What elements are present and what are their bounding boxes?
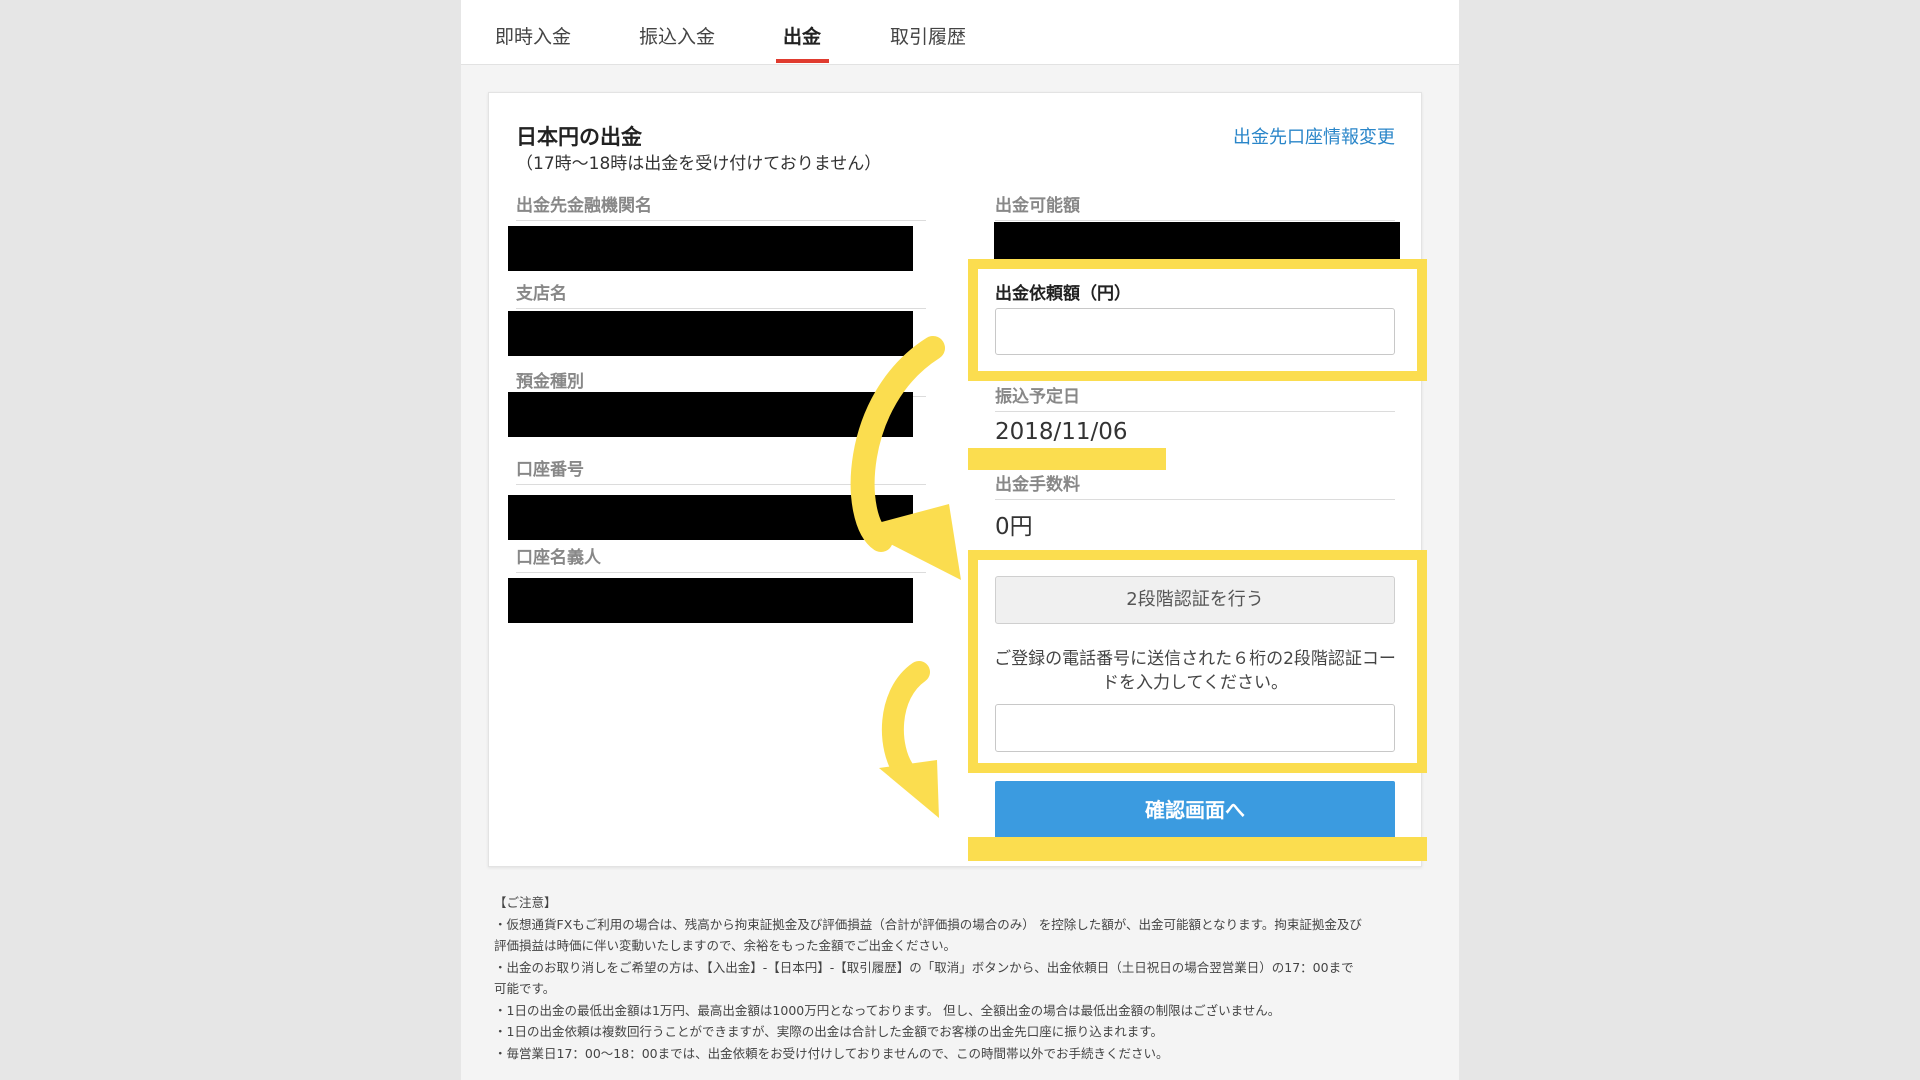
note-line: ・出金のお取り消しをご希望の方は、【入出金】-【日本円】-【取引履歴】の「取消」… xyxy=(494,959,1354,975)
note-line: 評価損益は時価に伴い変動いたしますので、余裕をもった金額でご出金ください。 xyxy=(494,938,957,953)
notes-heading: 【ご注意】 xyxy=(494,895,557,910)
note-line: 可能です。 xyxy=(494,981,556,996)
note-line: ・毎営業日17：00～18：00までは、出金依頼をお受け付けしておりませんので、… xyxy=(494,1045,1169,1061)
notes-section: 【ご注意】 ・仮想通貨FXもご利用の場合は、残高から拘束証拠金及び評価損益（合計… xyxy=(494,892,1444,1064)
curved-arrow-icon xyxy=(879,661,939,818)
note-line: ・1日の出金の最低出金額は1万円、最高出金額は1000万円となっております。 但… xyxy=(494,1002,1281,1018)
note-line: ・仮想通貨FXもご利用の場合は、残高から拘束証拠金及び評価損益（合計が評価損の場… xyxy=(494,916,1362,932)
curved-arrow-icon xyxy=(850,336,961,580)
withdrawal-page: 即時入金 振込入金 出金 取引履歴 日本円の出金 （17時～18時は出金を受け付… xyxy=(461,0,1459,1080)
note-line: ・1日の出金依頼は複数回行うことができますが、実際の出金は合計した金額でお客様の… xyxy=(494,1024,1163,1039)
